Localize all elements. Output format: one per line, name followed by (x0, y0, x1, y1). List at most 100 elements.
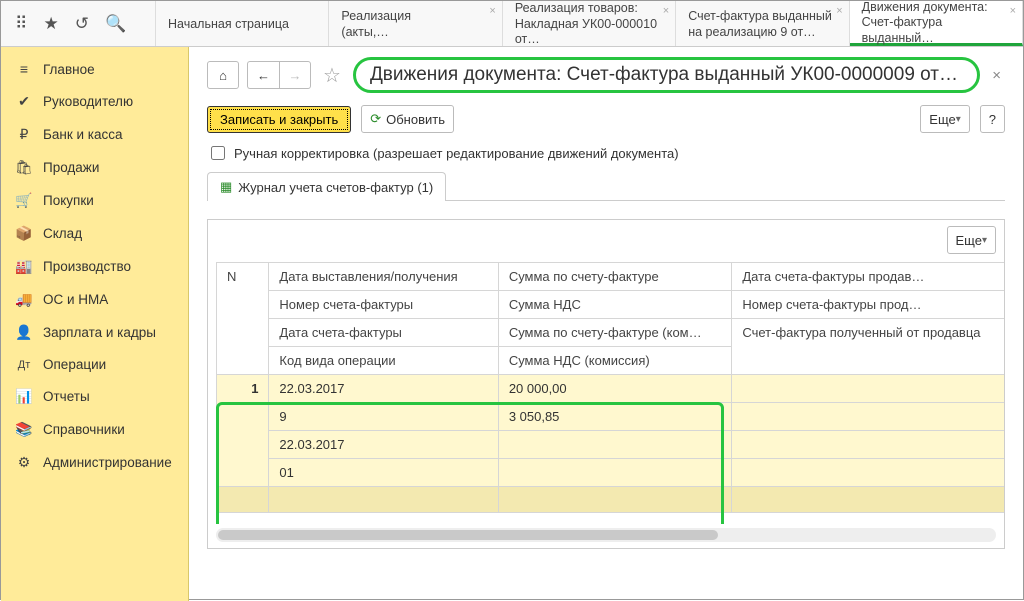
grid-scroll[interactable]: N Дата выставления/получения Сумма по сч… (208, 262, 1004, 524)
table-row[interactable]: 9 3 050,85 (217, 403, 1005, 431)
col-b-3[interactable]: Сумма по счету-фактуре (ком… (498, 319, 732, 347)
nav-back-forward: ← → (247, 61, 311, 89)
tab-home[interactable]: Начальная страница (156, 1, 329, 46)
sidebar-item-label: Справочники (43, 422, 125, 437)
save-and-close-button[interactable]: Записать и закрыть (207, 106, 351, 133)
col-b-2[interactable]: Сумма НДС (498, 291, 732, 319)
sidebar-item-label: Банк и касса (43, 127, 123, 142)
person-icon: 👤 (15, 324, 33, 341)
ruble-icon: ₽ (15, 126, 33, 143)
sidebar-item-label: Склад (43, 226, 82, 241)
more-button[interactable]: Еще (920, 105, 969, 133)
horizontal-scrollbar[interactable] (216, 528, 996, 542)
table-row[interactable]: 22.03.2017 (217, 431, 1005, 459)
box-icon: 📦 (15, 225, 33, 242)
tab-label: Счет-фактура выданный (688, 9, 838, 25)
sidebar-item-sales[interactable]: 🛍Продажи (1, 151, 188, 184)
manual-edit-checkbox[interactable]: Ручная корректировка (разрешает редактир… (207, 143, 1005, 163)
home-button[interactable]: ⌂ (207, 61, 239, 89)
scrollbar-thumb[interactable] (218, 530, 718, 540)
sidebar-item-label: Администрирование (43, 455, 172, 470)
sidebar-item-label: ОС и НМА (43, 292, 108, 307)
tab-label: Реализация (341, 9, 491, 25)
sidebar-item-refs[interactable]: 📚Справочники (1, 413, 188, 446)
col-c-1[interactable]: Дата счета-фактуры продав… (732, 263, 1004, 291)
cell (732, 403, 1004, 431)
favorite-icon[interactable]: ☆ (319, 63, 345, 88)
sidebar-item-hr[interactable]: 👤 Зарплата и кадры (1, 316, 188, 349)
tab-movements[interactable]: × Движения документа: Счет-фактура выдан… (850, 1, 1023, 46)
close-icon[interactable]: × (836, 5, 842, 19)
close-icon[interactable]: × (663, 5, 669, 19)
sidebar-item-label: Главное (43, 62, 95, 77)
col-c-2[interactable]: Номер счета-фактуры прод… (732, 291, 1004, 319)
col-n[interactable]: N (217, 263, 269, 375)
search-icon[interactable]: 🔍 (105, 14, 126, 34)
forward-button[interactable]: → (279, 61, 311, 89)
refresh-label: Обновить (386, 112, 445, 127)
sidebar-item-reports[interactable]: 📊Отчеты (1, 380, 188, 413)
grid-icon: ▦ (220, 179, 232, 195)
cell: 01 (269, 459, 498, 487)
dtkt-icon: Дт (15, 359, 33, 371)
sidebar-item-production[interactable]: 🏭 Производство (1, 250, 188, 283)
cell (732, 459, 1004, 487)
close-page-button[interactable]: × (988, 67, 1005, 84)
sidebar-item-bank[interactable]: ₽ Банк и касса (1, 118, 188, 151)
top-tab-bar: ⠿ ★ ↺ 🔍 Начальная страница × Реализация … (1, 1, 1023, 47)
sidebar-item-label: Зарплата и кадры (43, 325, 156, 340)
tab-label: Реализация товаров: (515, 1, 665, 17)
back-button[interactable]: ← (247, 61, 279, 89)
sidebar-item-label: Операции (43, 357, 106, 372)
factory-icon: 🏭 (15, 258, 33, 275)
tab-label: Движения документа: (862, 0, 1012, 15)
sidebar-item-label: Покупки (43, 193, 94, 208)
table-row[interactable]: 01 (217, 459, 1005, 487)
sidebar-item-main[interactable]: ≡ Главное (1, 53, 188, 85)
col-a-4[interactable]: Код вида операции (269, 347, 498, 375)
table-row[interactable]: 1 22.03.2017 20 000,00 (217, 375, 1005, 403)
sidebar-item-admin[interactable]: ⚙Администрирование (1, 446, 188, 479)
sidebar-item-operations[interactable]: Дт Операции (1, 349, 188, 380)
cell: 9 (269, 403, 498, 431)
tab-sublabel: Накладная УК00-000010 от… (515, 17, 665, 48)
star-icon[interactable]: ★ (43, 14, 58, 34)
col-c-3[interactable]: Счет-фактура полученный от продавца (732, 319, 1004, 375)
apps-icon[interactable]: ⠿ (15, 14, 27, 34)
refresh-icon: ⟳ (370, 111, 381, 127)
topbar-quick-icons: ⠿ ★ ↺ 🔍 (1, 1, 156, 46)
tab-invoice-out[interactable]: × Счет-фактура выданный на реализацию 9 … (676, 1, 849, 46)
sidebar-item-stock[interactable]: 📦 Склад (1, 217, 188, 250)
col-b-1[interactable]: Сумма по счету-фактуре (498, 263, 732, 291)
grid-body: 1 22.03.2017 20 000,00 9 3 050,85 (217, 375, 1005, 513)
tab-invoice-journal[interactable]: ▦ Журнал учета счетов-фактур (1) (207, 172, 446, 201)
sidebar-item-label: Производство (43, 259, 131, 274)
close-icon[interactable]: × (1010, 5, 1016, 19)
history-icon[interactable]: ↺ (75, 14, 89, 34)
tab-realization[interactable]: × Реализация (акты,… (329, 1, 502, 46)
sidebar-item-purchases[interactable]: 🛒Покупки (1, 184, 188, 217)
col-b-4[interactable]: Сумма НДС (комиссия) (498, 347, 732, 375)
sidebar-item-assets[interactable]: 🚚ОС и НМА (1, 283, 188, 316)
grid-panel: Еще N Дата выставления/получения Сумма п… (207, 219, 1005, 549)
col-a-3[interactable]: Дата счета-фактуры (269, 319, 498, 347)
refresh-button[interactable]: ⟳ Обновить (361, 105, 454, 133)
tab-sublabel: (акты,… (341, 25, 491, 41)
inner-tab-label: Журнал учета счетов-фактур (1) (238, 180, 433, 195)
grid-header: N Дата выставления/получения Сумма по сч… (217, 263, 1005, 375)
col-a-2[interactable]: Номер счета-фактуры (269, 291, 498, 319)
sidebar-item-label: Продажи (43, 160, 99, 175)
register-tabs: ▦ Журнал учета счетов-фактур (1) (207, 171, 1005, 201)
menu-icon: ≡ (15, 61, 33, 77)
tab-label: Начальная страница (168, 17, 318, 33)
cell (498, 459, 732, 487)
tab-realization-goods[interactable]: × Реализация товаров: Накладная УК00-000… (503, 1, 676, 46)
manual-edit-input[interactable] (211, 146, 225, 160)
chart-icon: 📊 (15, 388, 33, 405)
close-icon[interactable]: × (489, 5, 495, 19)
grid-more-button[interactable]: Еще (947, 226, 996, 254)
tab-sublabel: Счет-фактура выданный… (862, 15, 1012, 46)
sidebar-item-manager[interactable]: ✔Руководителю (1, 85, 188, 118)
help-button[interactable]: ? (980, 105, 1005, 133)
col-a-1[interactable]: Дата выставления/получения (269, 263, 498, 291)
